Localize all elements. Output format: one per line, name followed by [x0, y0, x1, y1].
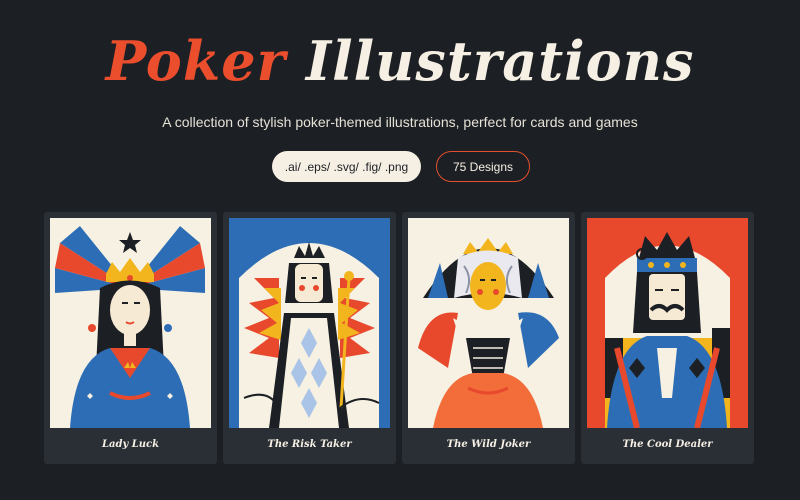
card-title: The Cool Dealer [622, 439, 713, 450]
card-lady-luck[interactable]: Lady Luck [44, 212, 217, 464]
risk-taker-illustration [229, 218, 390, 428]
wild-joker-illustration [408, 218, 569, 428]
page-title: Poker Illustrations [0, 26, 800, 96]
lady-luck-illustration [50, 218, 211, 428]
formats-badge: .ai/ .eps/ .svg/ .fig/ .png [272, 151, 421, 182]
jack-illustration-icon [229, 218, 390, 428]
queen-illustration-icon [50, 218, 211, 428]
queen-joker-illustration-icon [408, 218, 569, 428]
card-title: Lady Luck [101, 439, 160, 450]
king-illustration-icon [587, 218, 748, 428]
card-risk-taker[interactable]: The Risk Taker [223, 212, 396, 464]
designs-count-badge: 75 Designs [436, 151, 530, 182]
card-title: The Risk Taker [267, 439, 352, 450]
card-wild-joker[interactable]: The Wild Joker [402, 212, 575, 464]
title-word-poker: Poker [105, 29, 287, 93]
card-cool-dealer[interactable]: The Cool Dealer [581, 212, 754, 464]
card-title: The Wild Joker [446, 439, 531, 450]
cool-dealer-illustration [587, 218, 748, 428]
title-word-illustrations: Illustrations [305, 29, 695, 93]
page-subtitle: A collection of stylish poker-themed ill… [162, 114, 638, 130]
